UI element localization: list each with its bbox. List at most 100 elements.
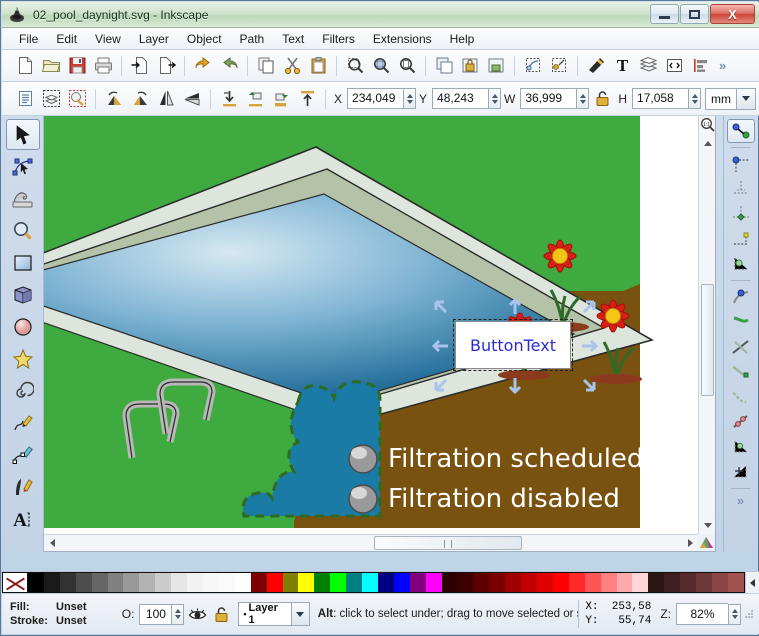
cut-icon[interactable] <box>279 53 305 79</box>
snap-rotation-centers-icon[interactable] <box>727 460 755 484</box>
duplicate-icon[interactable] <box>431 53 457 79</box>
zoom-spinner[interactable] <box>728 603 741 625</box>
scroll-down-arrow[interactable] <box>699 518 716 532</box>
snap-bbox-centers-icon[interactable] <box>727 252 755 276</box>
lower-to-bottom-icon[interactable] <box>216 86 242 112</box>
palette-swatch[interactable] <box>393 573 410 592</box>
x-input[interactable]: 234,049 <box>347 88 404 109</box>
palette-swatches[interactable] <box>28 572 745 593</box>
palette-swatch[interactable] <box>155 573 172 592</box>
align-dialog-icon[interactable] <box>687 53 713 79</box>
palette-swatch[interactable] <box>202 573 219 592</box>
y-input[interactable]: 48,243 <box>432 88 489 109</box>
palette-swatch[interactable] <box>314 573 331 592</box>
lock-ratio-icon[interactable] <box>589 86 615 112</box>
snap-cusp-nodes-icon[interactable] <box>727 360 755 384</box>
h-spinner[interactable] <box>688 88 702 109</box>
palette-swatch[interactable] <box>568 573 585 592</box>
menu-extensions[interactable]: Extensions <box>364 30 441 48</box>
zoom-selection-icon[interactable] <box>342 53 368 79</box>
palette-swatch[interactable] <box>171 573 188 592</box>
scroll-left-arrow[interactable] <box>46 536 58 550</box>
close-button[interactable]: X <box>710 4 755 24</box>
selector-tool[interactable] <box>5 119 40 150</box>
snap-line-midpoints-icon[interactable] <box>727 410 755 434</box>
palette-swatch[interactable] <box>648 573 665 592</box>
snap-nodes-paths-icon[interactable] <box>727 285 755 309</box>
text-dialog-icon[interactable]: T <box>609 53 635 79</box>
menu-object[interactable]: Object <box>178 30 231 48</box>
menu-path[interactable]: Path <box>231 30 274 48</box>
scroll-right-arrow[interactable] <box>684 536 696 550</box>
fill-stroke-indicator[interactable]: Fill: Unset Stroke: Unset <box>2 600 115 628</box>
star-tool[interactable] <box>6 343 40 374</box>
palette-swatch[interactable] <box>632 573 649 592</box>
palette-swatch[interactable] <box>123 573 140 592</box>
opacity-input[interactable]: 100 <box>139 603 172 625</box>
zoom-1-to-1-icon[interactable]: 1:1 <box>700 117 715 132</box>
palette-swatch[interactable] <box>266 573 283 592</box>
h-input[interactable]: 17,058 <box>632 88 689 109</box>
x-spinner[interactable] <box>403 88 417 109</box>
palette-swatch[interactable] <box>600 573 617 592</box>
minimize-button[interactable] <box>650 4 679 24</box>
raise-to-top-icon[interactable] <box>294 86 320 112</box>
w-spinner[interactable] <box>576 88 590 109</box>
palette-swatch[interactable] <box>59 573 76 592</box>
maximize-button[interactable] <box>680 4 709 24</box>
unlink-clone-icon[interactable] <box>546 53 572 79</box>
menu-filters[interactable]: Filters <box>313 30 364 48</box>
palette-swatch[interactable] <box>680 573 697 592</box>
palette-scroll-icon[interactable] <box>745 572 759 593</box>
copy-icon[interactable] <box>253 53 279 79</box>
snap-bbox-edge-midpoints-icon[interactable] <box>727 227 755 251</box>
paste-icon[interactable] <box>305 53 331 79</box>
snap-bbox-edges-icon[interactable] <box>727 177 755 201</box>
palette-swatch[interactable] <box>584 573 601 592</box>
palette-swatch[interactable] <box>457 573 474 592</box>
vertical-scroll-thumb[interactable] <box>701 284 714 396</box>
menu-file[interactable]: File <box>10 30 47 48</box>
w-input[interactable]: 36,999 <box>520 88 577 109</box>
palette-swatch[interactable] <box>473 573 490 592</box>
snap-path-intersections-icon[interactable] <box>727 335 755 359</box>
palette-swatch[interactable] <box>218 573 235 592</box>
rotate-cw-icon[interactable] <box>127 86 153 112</box>
snap-bounding-box-icon[interactable] <box>727 152 755 176</box>
zoom-drawing-icon[interactable] <box>368 53 394 79</box>
palette-swatch[interactable] <box>441 573 458 592</box>
open-document-icon[interactable] <box>38 53 64 79</box>
save-document-icon[interactable] <box>64 53 90 79</box>
menu-text[interactable]: Text <box>273 30 313 48</box>
export-icon[interactable] <box>153 53 179 79</box>
menu-help[interactable]: Help <box>441 30 484 48</box>
menu-layer[interactable]: Layer <box>130 30 178 48</box>
palette-swatch[interactable] <box>28 573 44 592</box>
palette-swatch[interactable] <box>362 573 378 592</box>
import-icon[interactable] <box>127 53 153 79</box>
flip-horizontal-icon[interactable] <box>153 86 179 112</box>
spiral-tool[interactable] <box>6 375 40 406</box>
palette-swatch[interactable] <box>234 573 251 592</box>
palette-swatch[interactable] <box>711 573 728 592</box>
selected-button-object[interactable]: ButtonText <box>455 321 571 369</box>
snap-smooth-nodes-icon[interactable] <box>727 385 755 409</box>
clone-icon[interactable] <box>520 53 546 79</box>
lower-icon[interactable] <box>242 86 268 112</box>
palette-swatch[interactable] <box>330 573 347 592</box>
palette-swatch[interactable] <box>727 573 744 592</box>
snap-object-centers-icon[interactable] <box>727 435 755 459</box>
print-document-icon[interactable] <box>90 53 116 79</box>
snap-bbox-corners-icon[interactable] <box>727 202 755 226</box>
bezier-tool[interactable] <box>6 439 40 470</box>
palette-swatch[interactable] <box>250 573 267 592</box>
none-color-swatch[interactable] <box>2 572 28 593</box>
snap-paths-icon[interactable] <box>727 310 755 334</box>
rectangle-tool[interactable] <box>6 247 40 278</box>
snap-toolbar-overflow[interactable]: » <box>724 493 757 508</box>
palette-swatch[interactable] <box>346 573 363 592</box>
palette-swatch[interactable] <box>107 573 124 592</box>
redo-icon[interactable] <box>216 53 242 79</box>
y-spinner[interactable] <box>488 88 502 109</box>
palette-swatch[interactable] <box>664 573 681 592</box>
